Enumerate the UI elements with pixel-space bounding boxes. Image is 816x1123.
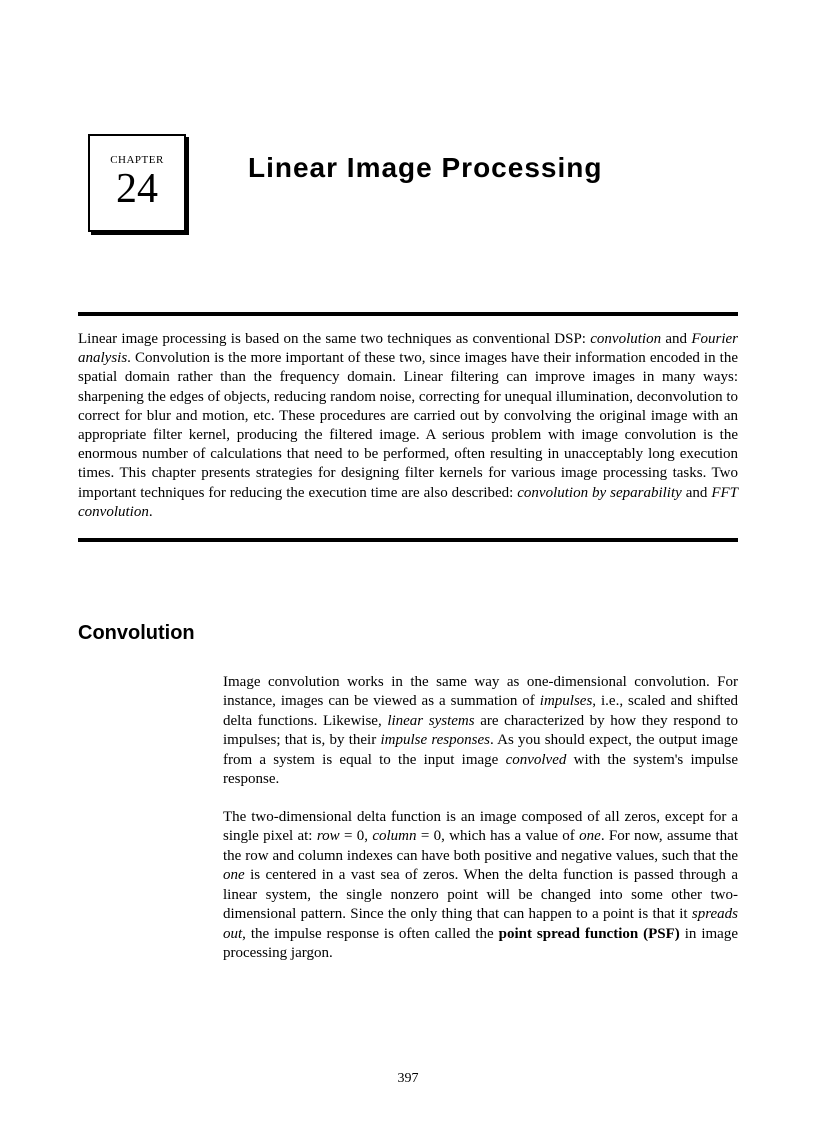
body-paragraph: The two-dimensional delta function is an… [223, 808, 738, 964]
intro-text: . Convolution is the more important of t… [78, 350, 738, 500]
body-text: , the impulse response is often called t… [242, 926, 498, 942]
body-paragraph: Image convolution works in the same way … [223, 673, 738, 790]
intro-text: Linear image processing is based on the … [78, 331, 590, 347]
intro-text: and [682, 485, 712, 501]
chapter-number: 24 [116, 168, 158, 210]
body-bold: point spread function (PSF) [499, 926, 680, 942]
body-text: is centered in a vast sea of zeros. When… [223, 867, 738, 922]
intro-ital: convolution by separability [517, 485, 682, 501]
body-ital: column [372, 828, 416, 844]
body-ital: impulses [540, 693, 593, 709]
page-number: 397 [0, 1071, 816, 1087]
body-ital: convolved [506, 752, 567, 768]
section-heading-convolution: Convolution [78, 622, 738, 645]
intro-ital: convolution [590, 331, 661, 347]
chapter-label: CHAPTER [110, 154, 164, 166]
intro-paragraph: Linear image processing is based on the … [78, 330, 738, 522]
body-ital: one [579, 828, 601, 844]
chapter-title: Linear Image Processing [248, 152, 602, 184]
body-ital: linear systems [387, 713, 474, 729]
chapter-header: CHAPTER 24 Linear Image Processing [78, 130, 738, 232]
body-text: = 0, which has a value of [416, 828, 579, 844]
body-column: Image convolution works in the same way … [223, 673, 738, 964]
bottom-rule [78, 538, 738, 542]
body-ital: impulse responses [380, 732, 490, 748]
intro-text: . [149, 504, 153, 520]
chapter-box: CHAPTER 24 [88, 134, 186, 232]
intro-text: and [661, 331, 691, 347]
body-text: = 0, [340, 828, 373, 844]
body-ital: one [223, 867, 245, 883]
top-rule [78, 312, 738, 316]
body-ital: row [317, 828, 340, 844]
